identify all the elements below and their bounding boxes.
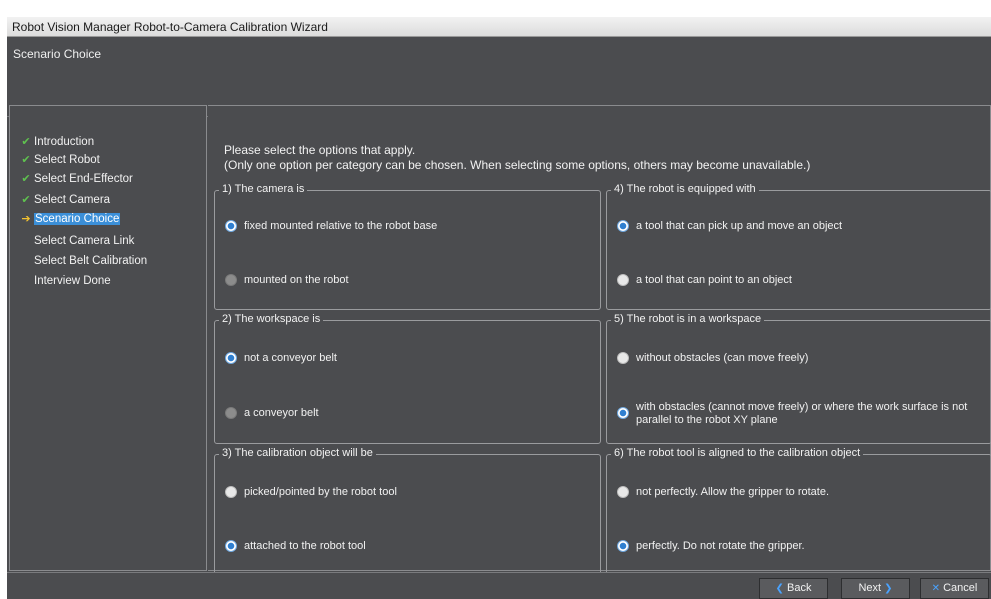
group-legend: 5) The robot is in a workspace bbox=[611, 313, 765, 325]
nav-item-select-end-effector[interactable]: ✔ Select End-Effector bbox=[21, 172, 133, 187]
instruction-line-2: (Only one option per category can be cho… bbox=[224, 158, 811, 172]
group-legend: 6) The robot tool is aligned to the cali… bbox=[611, 447, 864, 459]
nav-item-introduction[interactable]: ✔ Introduction bbox=[21, 135, 95, 150]
radio-button[interactable] bbox=[617, 486, 629, 498]
radio-button[interactable] bbox=[225, 220, 237, 232]
group-calibration-object: 3) The calibration object will be picked… bbox=[214, 447, 601, 578]
nav-item-select-belt-calibration[interactable]: Select Belt Calibration bbox=[34, 254, 147, 269]
group-legend: 1) The camera is bbox=[219, 183, 308, 195]
radio-button[interactable] bbox=[617, 352, 629, 364]
cancel-button[interactable]: ✕ Cancel bbox=[920, 578, 989, 599]
group-legend: 2) The workspace is bbox=[219, 313, 324, 325]
next-button[interactable]: Next ❯ bbox=[841, 578, 910, 599]
radio-button[interactable] bbox=[617, 540, 629, 552]
radio-button[interactable] bbox=[225, 407, 237, 419]
wizard-window: Robot Vision Manager Robot-to-Camera Cal… bbox=[7, 17, 991, 599]
close-icon: ✕ bbox=[931, 583, 941, 594]
radio-button[interactable] bbox=[617, 407, 629, 419]
radio-button[interactable] bbox=[225, 274, 237, 286]
arrow-right-icon: ➔ bbox=[21, 213, 31, 225]
step-title: Scenario Choice bbox=[13, 47, 102, 61]
group-tool-alignment: 6) The robot tool is aligned to the cali… bbox=[606, 447, 991, 578]
option-label: a conveyor belt bbox=[244, 407, 319, 419]
checkmark-icon: ✔ bbox=[21, 173, 31, 185]
nav-item-label: Select Camera Link bbox=[34, 235, 135, 247]
option-label: attached to the robot tool bbox=[244, 540, 366, 552]
nav-item-select-camera-link[interactable]: Select Camera Link bbox=[34, 234, 134, 249]
nav-item-label: Select Robot bbox=[34, 154, 100, 166]
scenario-options-panel: Please select the options that apply. (O… bbox=[208, 105, 991, 578]
radio-button[interactable] bbox=[225, 352, 237, 364]
back-button[interactable]: ❮ Back bbox=[759, 578, 828, 599]
nav-item-select-camera[interactable]: ✔ Select Camera bbox=[21, 193, 111, 208]
option-label: not a conveyor belt bbox=[244, 352, 337, 364]
window-title: Robot Vision Manager Robot-to-Camera Cal… bbox=[7, 17, 991, 37]
option-label: a tool that can pick up and move an obje… bbox=[636, 220, 843, 232]
option-label: picked/pointed by the robot tool bbox=[244, 486, 397, 498]
wizard-footer: ❮ Back Next ❯ ✕ Cancel bbox=[7, 572, 991, 599]
radio-button[interactable] bbox=[225, 540, 237, 552]
option-label: not perfectly. Allow the gripper to rota… bbox=[636, 486, 830, 498]
back-arrow-icon: ❮ bbox=[775, 583, 784, 594]
group-legend: 4) The robot is equipped with bbox=[611, 183, 759, 195]
radio-button[interactable] bbox=[617, 220, 629, 232]
instruction-line-1: Please select the options that apply. bbox=[224, 143, 416, 157]
option-label: mounted on the robot bbox=[244, 274, 349, 286]
nav-item-label: Select End-Effector bbox=[34, 173, 133, 185]
option-label: with obstacles (cannot move freely) or w… bbox=[636, 401, 968, 426]
nav-item-label: Select Camera bbox=[34, 194, 111, 206]
group-workspace-type: 2) The workspace is not a conveyor belt … bbox=[214, 313, 601, 444]
radio-button[interactable] bbox=[225, 486, 237, 498]
radio-button[interactable] bbox=[617, 274, 629, 286]
group-legend: 3) The calibration object will be bbox=[219, 447, 376, 459]
nav-item-label: Select Belt Calibration bbox=[34, 255, 148, 267]
option-label: without obstacles (can move freely) bbox=[636, 352, 809, 364]
steps-nav: ✔ Introduction ✔ Select Robot ✔ Select End-… bbox=[9, 105, 207, 571]
group-robot-workspace: 5) The robot is in a workspace without o… bbox=[606, 313, 991, 444]
option-label: fixed mounted relative to the robot base bbox=[244, 220, 438, 232]
checkmark-icon: ✔ bbox=[21, 154, 31, 166]
nav-item-select-robot[interactable]: ✔ Select Robot bbox=[21, 153, 100, 168]
nav-item-interview-done[interactable]: Interview Done bbox=[34, 274, 111, 289]
nav-item-label: Scenario Choice bbox=[34, 213, 121, 225]
group-camera-mount: 1) The camera is fixed mounted relative … bbox=[214, 183, 601, 310]
checkmark-icon: ✔ bbox=[21, 194, 31, 206]
nav-item-label: Introduction bbox=[34, 136, 95, 148]
nav-item-scenario-choice[interactable]: ➔ Scenario Choice bbox=[21, 212, 121, 227]
option-label: perfectly. Do not rotate the gripper. bbox=[636, 540, 805, 552]
next-arrow-icon: ❯ bbox=[884, 583, 893, 594]
option-label: a tool that can point to an object bbox=[636, 274, 792, 286]
group-robot-tool: 4) The robot is equipped with a tool tha… bbox=[606, 183, 991, 310]
nav-item-label: Interview Done bbox=[34, 275, 111, 287]
checkmark-icon: ✔ bbox=[21, 136, 31, 148]
